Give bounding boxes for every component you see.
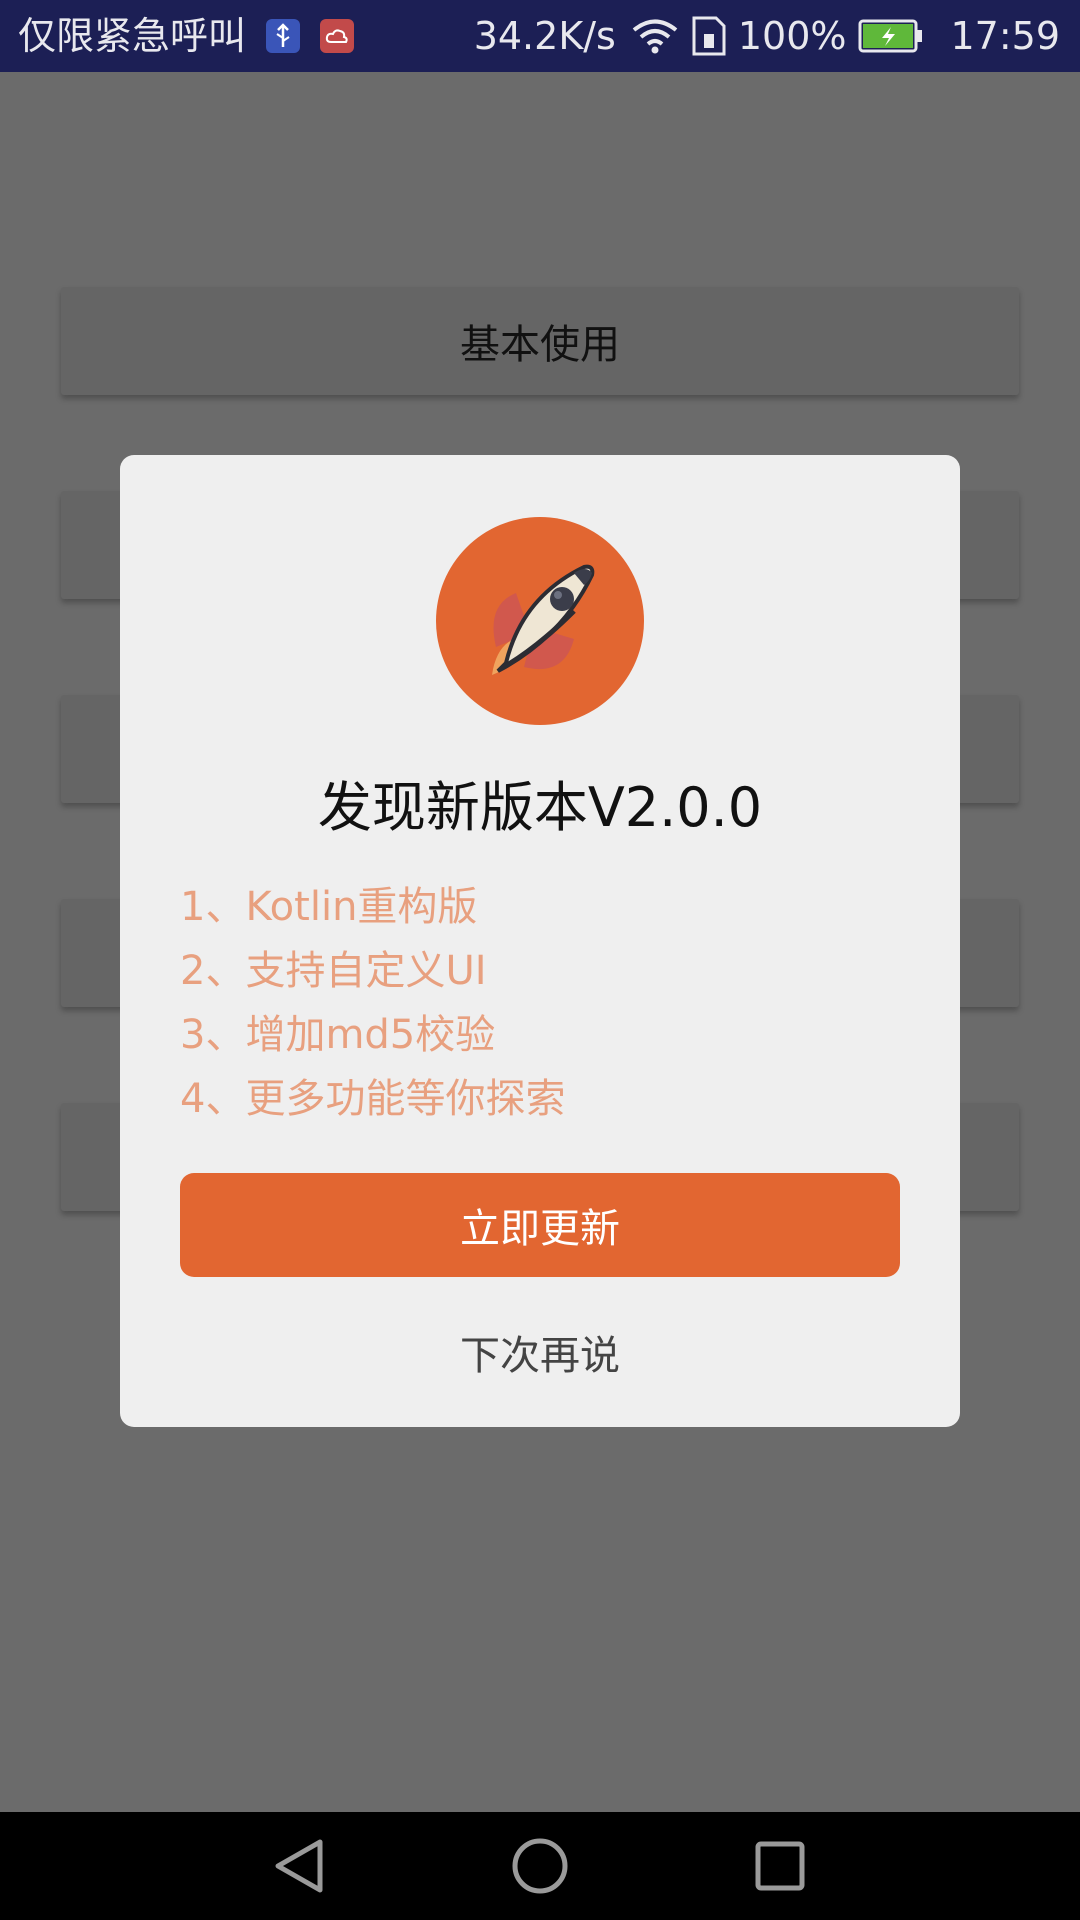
carrier-text: 仅限紧急呼叫 bbox=[18, 14, 247, 58]
release-notes-list: 1、Kotlin重构版 2、支持自定义UI 3、增加md5校验 4、更多功能等你… bbox=[180, 875, 900, 1131]
sim-card-icon bbox=[692, 16, 726, 56]
status-right-group: 34.2K/s 100% 17:59 bbox=[474, 0, 1060, 72]
basic-usage-label: 基本使用 bbox=[460, 322, 620, 368]
release-note-item: 3、增加md5校验 bbox=[180, 1012, 496, 1058]
network-speed: 34.2K/s bbox=[473, 14, 616, 58]
basic-usage-button[interactable]: 基本使用 bbox=[61, 287, 1019, 395]
update-now-button[interactable]: 立即更新 bbox=[180, 1173, 900, 1277]
battery-charging-icon bbox=[858, 19, 924, 53]
usb-icon bbox=[266, 19, 301, 53]
clock: 17:59 bbox=[950, 14, 1060, 58]
cloud-sync-icon bbox=[320, 19, 355, 53]
battery-percent: 100% bbox=[737, 14, 847, 58]
dialog-title: 发现新版本V2.0.0 bbox=[317, 776, 763, 839]
rocket-icon bbox=[434, 515, 646, 727]
release-note-item: 2、支持自定义UI bbox=[180, 948, 487, 994]
wifi-icon bbox=[630, 17, 680, 55]
status-left-group: 仅限紧急呼叫 bbox=[18, 0, 355, 72]
update-dialog: 发现新版本V2.0.0 1、Kotlin重构版 2、支持自定义UI 3、增加md… bbox=[120, 455, 960, 1427]
recents-square-icon[interactable] bbox=[750, 1836, 810, 1896]
home-circle-icon[interactable] bbox=[510, 1836, 570, 1896]
status-bar: 仅限紧急呼叫 34.2K/s 100% 17:59 bbox=[0, 0, 1080, 72]
release-note-item: 1、Kotlin重构版 bbox=[180, 884, 478, 930]
navigation-bar bbox=[0, 1812, 1080, 1920]
back-triangle-icon[interactable] bbox=[270, 1836, 330, 1896]
remind-later-button[interactable]: 下次再说 bbox=[120, 1317, 960, 1387]
release-note-item: 4、更多功能等你探索 bbox=[180, 1076, 566, 1122]
